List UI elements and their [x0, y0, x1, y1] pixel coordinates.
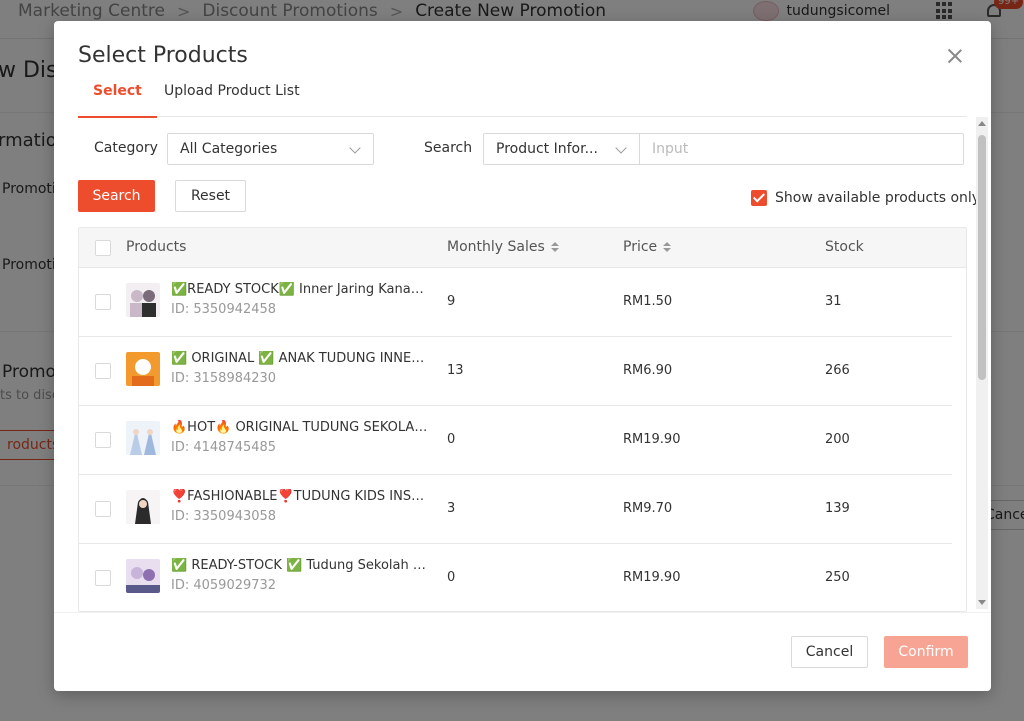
monthly-sales-value: 0 — [447, 432, 456, 447]
product-thumbnail — [126, 559, 160, 593]
product-name: ✅ READY-STOCK ✅ Tudung Sekolah Kanak — [171, 558, 431, 573]
header-monthly-sales[interactable]: Monthly Sales — [447, 239, 559, 255]
product-id: ID: 5350942458 — [171, 302, 277, 317]
select-all-checkbox[interactable] — [95, 240, 111, 256]
search-type-select[interactable]: Product Infor... — [483, 133, 640, 165]
category-select-value: All Categories — [180, 141, 278, 157]
stock-value: 250 — [825, 570, 850, 585]
select-products-modal: Select Products Select Upload Product Li… — [54, 21, 991, 691]
row-checkbox[interactable] — [95, 294, 111, 310]
chevron-down-icon — [349, 142, 361, 154]
table-row[interactable]: ✅ READY-STOCK ✅ Tudung Sekolah Kanak ID:… — [79, 544, 952, 611]
category-label: Category — [94, 140, 158, 156]
product-name: ✅ ORIGINAL ✅ ANAK TUDUNG INNER KANAK — [171, 351, 431, 366]
monthly-sales-value: 9 — [447, 294, 456, 309]
table-scrollbar[interactable] — [976, 117, 988, 609]
header-stock-label: Stock — [825, 239, 864, 255]
scrollbar-thumb[interactable] — [978, 135, 986, 380]
product-thumbnail — [126, 283, 160, 317]
product-thumbnail — [126, 421, 160, 455]
sort-icon[interactable] — [663, 242, 672, 252]
header-products: Products — [126, 239, 186, 255]
chevron-down-icon — [615, 142, 627, 154]
cancel-button[interactable]: Cancel — [791, 636, 868, 668]
close-icon[interactable] — [946, 47, 964, 65]
product-id: ID: 4059029732 — [171, 578, 277, 593]
search-button[interactable]: Search — [78, 180, 155, 212]
row-checkbox[interactable] — [95, 432, 111, 448]
sort-icon[interactable] — [550, 242, 559, 252]
monthly-sales-value: 3 — [447, 501, 456, 516]
show-available-toggle[interactable]: Show available products only — [751, 190, 980, 206]
monthly-sales-value: 13 — [447, 363, 464, 378]
product-name: ✅READY STOCK✅ Inner Jaring Kanak-Kanak — [171, 282, 431, 297]
search-input[interactable] — [640, 133, 964, 165]
category-select[interactable]: All Categories — [167, 133, 374, 165]
product-id: ID: 4148745485 — [171, 440, 277, 455]
scroll-up-icon[interactable] — [978, 121, 986, 126]
table-row[interactable]: ❣️FASHIONABLE❣️TUDUNG KIDS INSTANT ID: 3… — [79, 475, 952, 544]
reset-button[interactable]: Reset — [175, 180, 246, 212]
product-name: ❣️FASHIONABLE❣️TUDUNG KIDS INSTANT — [171, 489, 431, 504]
price-value: RM6.90 — [623, 363, 673, 378]
stock-value: 31 — [825, 294, 842, 309]
stock-value: 200 — [825, 432, 850, 447]
table-row[interactable]: 🔥HOT🔥 ORIGINAL TUDUNG SEKOLAH KANAK ID: … — [79, 406, 952, 475]
header-price-label: Price — [623, 239, 658, 255]
table-row[interactable]: ✅ ORIGINAL ✅ ANAK TUDUNG INNER KANAK ID:… — [79, 337, 952, 406]
product-thumbnail — [126, 490, 160, 524]
stock-value: 266 — [825, 363, 850, 378]
product-name: 🔥HOT🔥 ORIGINAL TUDUNG SEKOLAH KANAK — [171, 420, 431, 435]
price-value: RM9.70 — [623, 501, 673, 516]
tab-select[interactable]: Select — [78, 83, 157, 118]
row-checkbox[interactable] — [95, 363, 111, 379]
header-price[interactable]: Price — [623, 239, 672, 255]
price-value: RM19.90 — [623, 432, 681, 447]
row-checkbox[interactable] — [95, 501, 111, 517]
header-products-label: Products — [126, 239, 187, 255]
header-monthly-sales-label: Monthly Sales — [447, 239, 545, 255]
scroll-down-icon[interactable] — [978, 600, 986, 605]
row-checkbox[interactable] — [95, 570, 111, 586]
show-available-checkbox[interactable] — [751, 190, 767, 206]
footer-divider — [54, 612, 991, 613]
table-header: Products Monthly Sales Price Stock — [79, 228, 966, 268]
price-value: RM19.90 — [623, 570, 681, 585]
stock-value: 139 — [825, 501, 850, 516]
tab-upload-product-list[interactable]: Upload Product List — [164, 83, 300, 117]
confirm-button[interactable]: Confirm — [884, 636, 968, 668]
products-table: Products Monthly Sales Price Stock ✅READ… — [78, 227, 967, 612]
show-available-label: Show available products only — [775, 190, 981, 206]
header-stock: Stock — [825, 239, 864, 255]
product-id: ID: 3350943058 — [171, 509, 277, 524]
price-value: RM1.50 — [623, 294, 673, 309]
search-label: Search — [424, 140, 473, 156]
product-thumbnail — [126, 352, 160, 386]
modal-tabs: Select Upload Product List — [78, 83, 967, 118]
product-id: ID: 3158984230 — [171, 371, 277, 386]
table-row[interactable]: ✅READY STOCK✅ Inner Jaring Kanak-Kanak I… — [79, 268, 952, 337]
search-type-value: Product Infor... — [496, 141, 598, 157]
modal-title: Select Products — [78, 43, 248, 68]
monthly-sales-value: 0 — [447, 570, 456, 585]
